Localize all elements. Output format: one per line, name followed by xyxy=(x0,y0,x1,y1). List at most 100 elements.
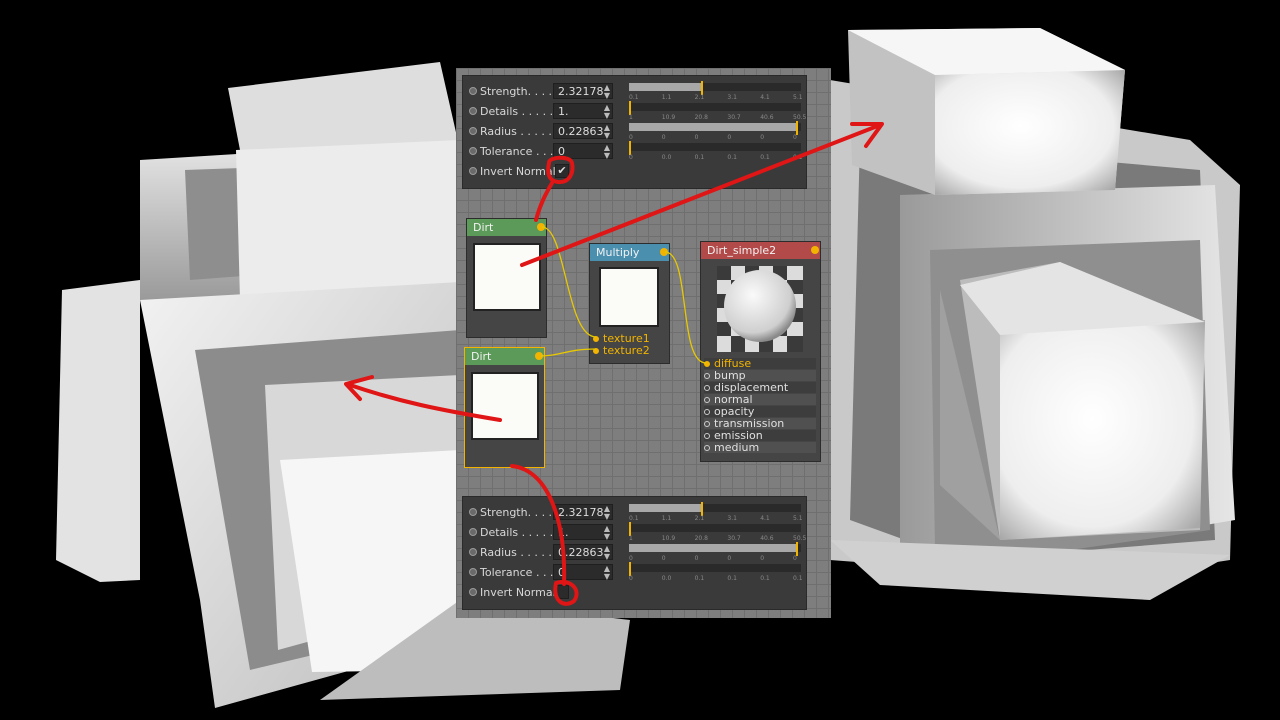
input-transmission[interactable]: transmission xyxy=(704,418,816,429)
input-pin-icon[interactable] xyxy=(704,433,710,439)
slider-tick-label: 1.1 xyxy=(661,94,672,101)
param-dot-icon[interactable] xyxy=(469,508,477,516)
param-label: Radius . . . . . xyxy=(480,125,552,138)
spinner-arrows-icon[interactable]: ▲ ▼ xyxy=(604,144,610,160)
spinner-arrows-icon[interactable]: ▲ ▼ xyxy=(604,545,610,561)
param-row-strength: Strength. . . . 2.32178 ▲ ▼ 0.1 1.1 2.1 3.1 4.… xyxy=(463,81,806,102)
slider-tick-label: 0 xyxy=(760,555,765,562)
input-pin-icon[interactable] xyxy=(704,445,710,451)
spinner-arrows-icon[interactable]: ▲ ▼ xyxy=(604,124,610,140)
slider-knob[interactable] xyxy=(629,522,631,536)
param-dot-icon[interactable] xyxy=(469,167,477,175)
node-editor-panel[interactable]: Strength. . . . 2.32178 ▲ ▼ 0.1 1.1 2.1 3.1 4.… xyxy=(456,68,831,618)
slider-fill xyxy=(629,544,796,552)
input-displacement[interactable]: displacement xyxy=(704,382,816,393)
slider-knob[interactable] xyxy=(795,121,798,135)
param-dot-icon[interactable] xyxy=(469,107,477,115)
radius-field[interactable]: 0.22863 ▲ ▼ xyxy=(553,123,613,140)
param-dot-icon[interactable] xyxy=(469,528,477,536)
invert-normal-checkbox[interactable] xyxy=(555,585,569,599)
slider-ticks: 0 0.0 0.1 0.1 0.1 0.1 xyxy=(629,575,803,583)
slider-tick-label: 0.1 xyxy=(760,575,770,582)
tolerance-slider[interactable]: 0 0.0 0.1 0.1 0.1 0.1 xyxy=(629,562,803,582)
slider-knob[interactable] xyxy=(629,562,631,576)
strength-slider[interactable]: 0.1 1.1 2.1 3.1 4.1 5.1 xyxy=(629,502,803,522)
tolerance-field[interactable]: 0 ▲ ▼ xyxy=(553,143,613,160)
details-field[interactable]: 1. ▲ ▼ xyxy=(553,103,613,120)
input-texture2[interactable]: texture2 xyxy=(593,345,650,356)
slider-tick-label: 0.1 xyxy=(727,575,737,582)
invert-normal-checkbox[interactable]: ✔ xyxy=(555,164,569,178)
dirt-node-2[interactable]: Dirt xyxy=(464,347,545,468)
param-dot-icon[interactable] xyxy=(469,568,477,576)
input-pin-icon[interactable] xyxy=(704,361,710,367)
slider-tick-label: 0 xyxy=(661,555,666,562)
slider-tick-label: 5.1 xyxy=(793,515,803,522)
strength-slider[interactable]: 0.1 1.1 2.1 3.1 4.1 5.1 xyxy=(629,81,803,101)
output-pin-icon[interactable] xyxy=(537,223,545,231)
node-title: Dirt_simple2 xyxy=(701,242,820,259)
input-opacity[interactable]: opacity xyxy=(704,406,816,417)
slider-knob[interactable] xyxy=(701,81,704,95)
input-medium[interactable]: medium xyxy=(704,442,816,453)
input-pin-icon[interactable] xyxy=(704,373,710,379)
input-pin-icon[interactable] xyxy=(704,397,710,403)
input-normal[interactable]: normal xyxy=(704,394,816,405)
slider-tick-label: 5.1 xyxy=(793,94,803,101)
slider-tick-label: 40.6 xyxy=(760,114,774,121)
input-pin-icon[interactable] xyxy=(704,409,710,415)
param-dot-icon[interactable] xyxy=(469,588,477,596)
slider-knob[interactable] xyxy=(701,502,704,516)
slider-knob[interactable] xyxy=(629,141,631,155)
dirt-node-1[interactable]: Dirt xyxy=(466,218,547,338)
slider-tick-label: 1 xyxy=(629,114,633,121)
details-slider[interactable]: 1 10.9 20.8 30.7 40.6 50.5 xyxy=(629,522,806,542)
spinner-arrows-icon[interactable]: ▲ ▼ xyxy=(604,104,610,120)
strength-field[interactable]: 2.32178 ▲ ▼ xyxy=(553,83,613,100)
param-label: Invert Normal xyxy=(480,586,556,599)
slider-tick-label: 20.8 xyxy=(694,535,708,542)
param-label: Radius . . . . . xyxy=(480,546,552,559)
slider-tick-label: 0.1 xyxy=(629,515,639,522)
slider-ticks: 1 10.9 20.8 30.7 40.6 50.5 xyxy=(629,535,806,543)
details-slider[interactable]: 1 10.9 20.8 30.7 40.6 50.5 xyxy=(629,101,806,121)
radius-slider[interactable]: 0 0 0 0 0 0 xyxy=(629,542,801,562)
input-texture1[interactable]: texture1 xyxy=(593,333,650,344)
input-pin-icon[interactable] xyxy=(704,421,710,427)
slider-tick-label: 0 xyxy=(760,134,765,141)
slider-tick-label: 0.1 xyxy=(629,94,639,101)
slider-knob[interactable] xyxy=(795,542,798,556)
param-dot-icon[interactable] xyxy=(469,87,477,95)
param-dot-icon[interactable] xyxy=(469,127,477,135)
input-pin-icon[interactable] xyxy=(704,385,710,391)
output-pin-icon[interactable] xyxy=(535,352,543,360)
dirt-params-panel-bottom: Strength. . . . 2.32178 ▲ ▼ 0.1 1.1 2.1 3.1 4.… xyxy=(462,496,807,610)
input-bump[interactable]: bump xyxy=(704,370,816,381)
spinner-arrows-icon[interactable]: ▲ ▼ xyxy=(604,565,610,581)
spinner-arrows-icon[interactable]: ▲ ▼ xyxy=(604,84,610,100)
dirt-simple2-node[interactable]: Dirt_simple2 diffuse bump displacement n… xyxy=(700,241,821,462)
radius-field[interactable]: 0.22863 ▲ ▼ xyxy=(553,544,613,561)
details-field[interactable]: 1. ▲ ▼ xyxy=(553,524,613,541)
param-dot-icon[interactable] xyxy=(469,548,477,556)
slider-ticks: 0.1 1.1 2.1 3.1 4.1 5.1 xyxy=(629,515,803,523)
slider-tick-label: 50.5 xyxy=(793,535,807,542)
slider-tick-label: 0 xyxy=(793,555,797,562)
radius-slider[interactable]: 0 0 0 0 0 0 xyxy=(629,121,801,141)
input-pin-icon[interactable] xyxy=(593,348,599,354)
param-dot-icon[interactable] xyxy=(469,147,477,155)
output-pin-icon[interactable] xyxy=(811,246,819,254)
spinner-arrows-icon[interactable]: ▲ ▼ xyxy=(604,525,610,541)
tolerance-slider[interactable]: 0 0.0 0.1 0.1 0.1 0.1 xyxy=(629,141,803,161)
strength-field[interactable]: 2.32178 ▲ ▼ xyxy=(553,504,613,521)
slider-knob[interactable] xyxy=(629,101,631,115)
wire-dirt1-texture1 xyxy=(541,226,597,338)
output-pin-icon[interactable] xyxy=(660,248,668,256)
tolerance-field[interactable]: 0 ▲ ▼ xyxy=(553,564,613,581)
slider-fill xyxy=(629,83,702,91)
input-pin-icon[interactable] xyxy=(593,336,599,342)
input-diffuse[interactable]: diffuse xyxy=(704,358,816,369)
input-emission[interactable]: emission xyxy=(704,430,816,441)
multiply-node[interactable]: Multiply texture1 texture2 xyxy=(589,243,670,364)
spinner-arrows-icon[interactable]: ▲ ▼ xyxy=(604,505,610,521)
